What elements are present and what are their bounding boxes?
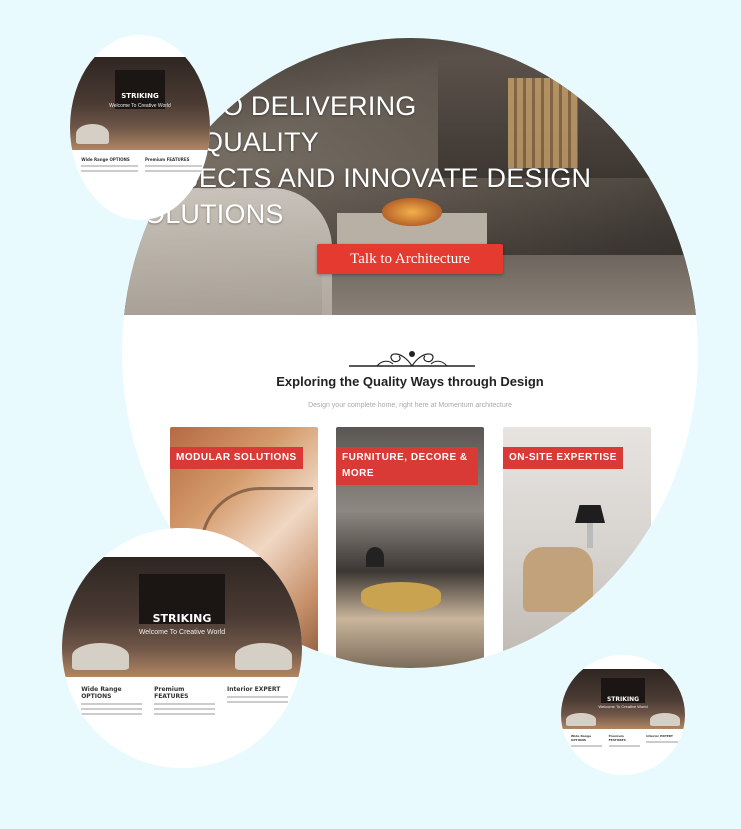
- mini-column: Premium FEATURES: [608, 734, 640, 748]
- card-label: MODULAR SOLUTIONS: [170, 447, 303, 469]
- table-image: [361, 582, 441, 612]
- mini-brand: STRIKING: [121, 92, 159, 101]
- preview-circle-bottom-right: STRIKING Welcome To Creative World Wide …: [561, 655, 685, 775]
- mini-chair-image: [71, 643, 130, 670]
- preview-circle-bottom-left: STRIKING Welcome To Creative World Wide …: [62, 528, 302, 768]
- mini-tagline: Welcome To Creative World: [109, 103, 171, 110]
- mini-column: Premium FEATURES: [154, 686, 215, 716]
- mini-navbar: [561, 655, 685, 670]
- mini-column: Wide Range OPTIONS: [81, 686, 142, 716]
- mini-column: Wide Range OPTIONS: [81, 157, 138, 173]
- mini-column-title: Wide Range OPTIONS: [570, 734, 592, 743]
- mini-tagline: Welcome To Creative World: [138, 628, 226, 636]
- mini-navbar: [62, 528, 302, 557]
- card-furniture-decore[interactable]: FURNITURE, DECORE & MORE: [336, 427, 484, 668]
- hero-headline-line: QUALITY: [202, 127, 319, 157]
- section-title: Exploring the Quality Ways through Desig…: [276, 374, 544, 389]
- mini-brand: STRIKING: [152, 612, 212, 625]
- hero-headline: TED TO DELIVERING QUALITY OJECTS AND INN…: [144, 88, 591, 232]
- hero-headline-line: OLUTIONS: [144, 199, 284, 229]
- mini-chair-image: [75, 123, 110, 145]
- mini-chair-image: [650, 712, 681, 726]
- mini-columns: Wide Range OPTIONS Premium FEATURES Inte…: [570, 734, 678, 748]
- hero-headline-line: OJECTS AND INNOVATE DESIGN: [164, 163, 592, 193]
- mini-navbar: [70, 35, 210, 58]
- hero-headline-line: TED TO DELIVERING: [144, 91, 417, 121]
- card-label: FURNITURE, DECORE & MORE: [336, 447, 478, 485]
- mini-column: Interior EXPERT: [227, 686, 288, 715]
- lampshade-image: [575, 505, 605, 523]
- mini-chair-image: [565, 712, 596, 726]
- mini-columns: Wide Range OPTIONS Premium FEATURES Inte…: [81, 686, 288, 716]
- mini-column-title: Wide Range OPTIONS: [81, 686, 122, 701]
- preview-circle-top-left: STRIKING Welcome To Creative World Wide …: [70, 35, 210, 220]
- lamp-image: [366, 547, 384, 567]
- mini-column: Wide Range OPTIONS: [570, 734, 603, 748]
- mini-brand: STRIKING: [606, 695, 640, 703]
- ornament-divider-icon: [349, 351, 475, 367]
- mini-column-title: Premium FEATURES: [154, 686, 189, 701]
- mini-column: Interior EXPERT: [646, 734, 678, 747]
- card-label: ON-SITE EXPERTISE: [503, 447, 623, 469]
- mini-column-title: Wide Range OPTIONS: [81, 157, 130, 163]
- mini-column-title: Interior EXPERT: [227, 686, 281, 694]
- mini-column-title: Premium FEATURES: [145, 157, 190, 163]
- mini-column-title: Premium FEATURES: [608, 734, 626, 743]
- mini-column: Premium FEATURES: [145, 157, 202, 173]
- card-on-site-expertise[interactable]: ON-SITE EXPERTISE: [503, 427, 651, 667]
- chair-image: [523, 547, 593, 612]
- mini-column-title: Interior EXPERT: [646, 734, 673, 739]
- mini-columns: Wide Range OPTIONS Premium FEATURES: [81, 157, 202, 173]
- mini-chair-image: [234, 643, 293, 670]
- section-subtitle: Design your complete home, right here at…: [308, 402, 512, 409]
- mini-tagline: Welcome To Creative World: [598, 704, 648, 710]
- lampbase-image: [587, 523, 593, 548]
- talk-to-architecture-button[interactable]: Talk to Architecture: [317, 244, 503, 274]
